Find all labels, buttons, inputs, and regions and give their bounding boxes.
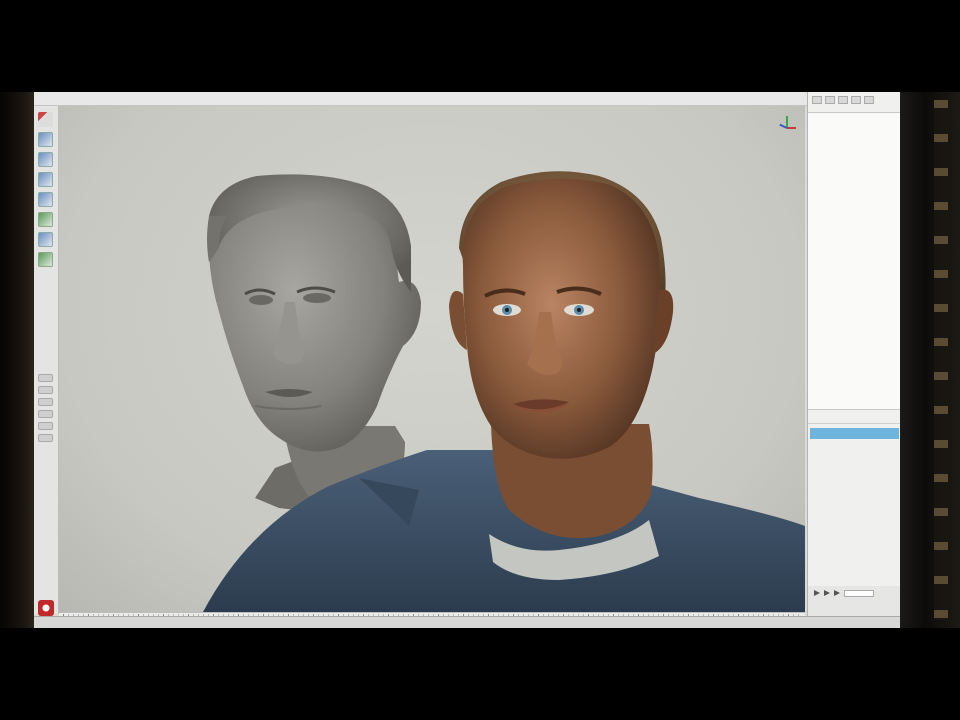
layer-item[interactable] bbox=[810, 464, 899, 475]
layout-button[interactable] bbox=[38, 386, 53, 394]
monitor-bezel-right bbox=[900, 92, 960, 628]
move-icon[interactable] bbox=[38, 152, 53, 167]
lasso-tool-icon[interactable] bbox=[38, 132, 53, 147]
soft-mod-icon[interactable] bbox=[38, 252, 53, 267]
channel-box-content bbox=[808, 113, 900, 410]
panel-toggle-icon[interactable] bbox=[851, 96, 861, 104]
panel-toggle-icon[interactable] bbox=[838, 96, 848, 104]
scale-icon[interactable] bbox=[38, 192, 53, 207]
step-forward-icon[interactable] bbox=[824, 590, 830, 596]
rendered-character-model bbox=[203, 171, 805, 612]
layer-item[interactable] bbox=[810, 452, 899, 463]
layout-button[interactable] bbox=[38, 374, 53, 382]
panel-toggle-icon[interactable] bbox=[864, 96, 874, 104]
layout-button[interactable] bbox=[38, 422, 53, 430]
letterbox-bottom bbox=[0, 628, 960, 720]
play-icon[interactable] bbox=[814, 590, 820, 596]
current-frame-field[interactable] bbox=[844, 590, 874, 597]
letterbox-top bbox=[0, 0, 960, 92]
3d-viewport[interactable] bbox=[59, 106, 805, 612]
layer-list bbox=[808, 424, 900, 479]
layer-item-selected[interactable] bbox=[810, 428, 899, 439]
sculpt-brush-icon[interactable] bbox=[38, 212, 53, 227]
panel-toggle-icon[interactable] bbox=[812, 96, 822, 104]
manipulator-icon[interactable] bbox=[38, 232, 53, 247]
layout-button[interactable] bbox=[38, 410, 53, 418]
monitor-screen bbox=[34, 92, 900, 628]
rotate-icon[interactable] bbox=[38, 172, 53, 187]
toolbox bbox=[34, 106, 59, 614]
layout-button[interactable] bbox=[38, 398, 53, 406]
panel-icon-bar bbox=[808, 92, 900, 104]
background-rail bbox=[934, 100, 948, 620]
select-arrow-icon[interactable] bbox=[38, 112, 53, 127]
layer-editor-tabs bbox=[808, 410, 900, 419]
end-icon[interactable] bbox=[834, 590, 840, 596]
monitor-bezel-left bbox=[0, 92, 34, 628]
menu-bar bbox=[34, 92, 900, 106]
panel-tabs bbox=[808, 104, 900, 113]
command-line[interactable] bbox=[34, 616, 900, 628]
layout-button[interactable] bbox=[38, 434, 53, 442]
panel-toggle-icon[interactable] bbox=[825, 96, 835, 104]
channel-box-panel bbox=[807, 92, 900, 614]
app-logo-icon bbox=[38, 600, 54, 616]
layer-item[interactable] bbox=[810, 440, 899, 451]
